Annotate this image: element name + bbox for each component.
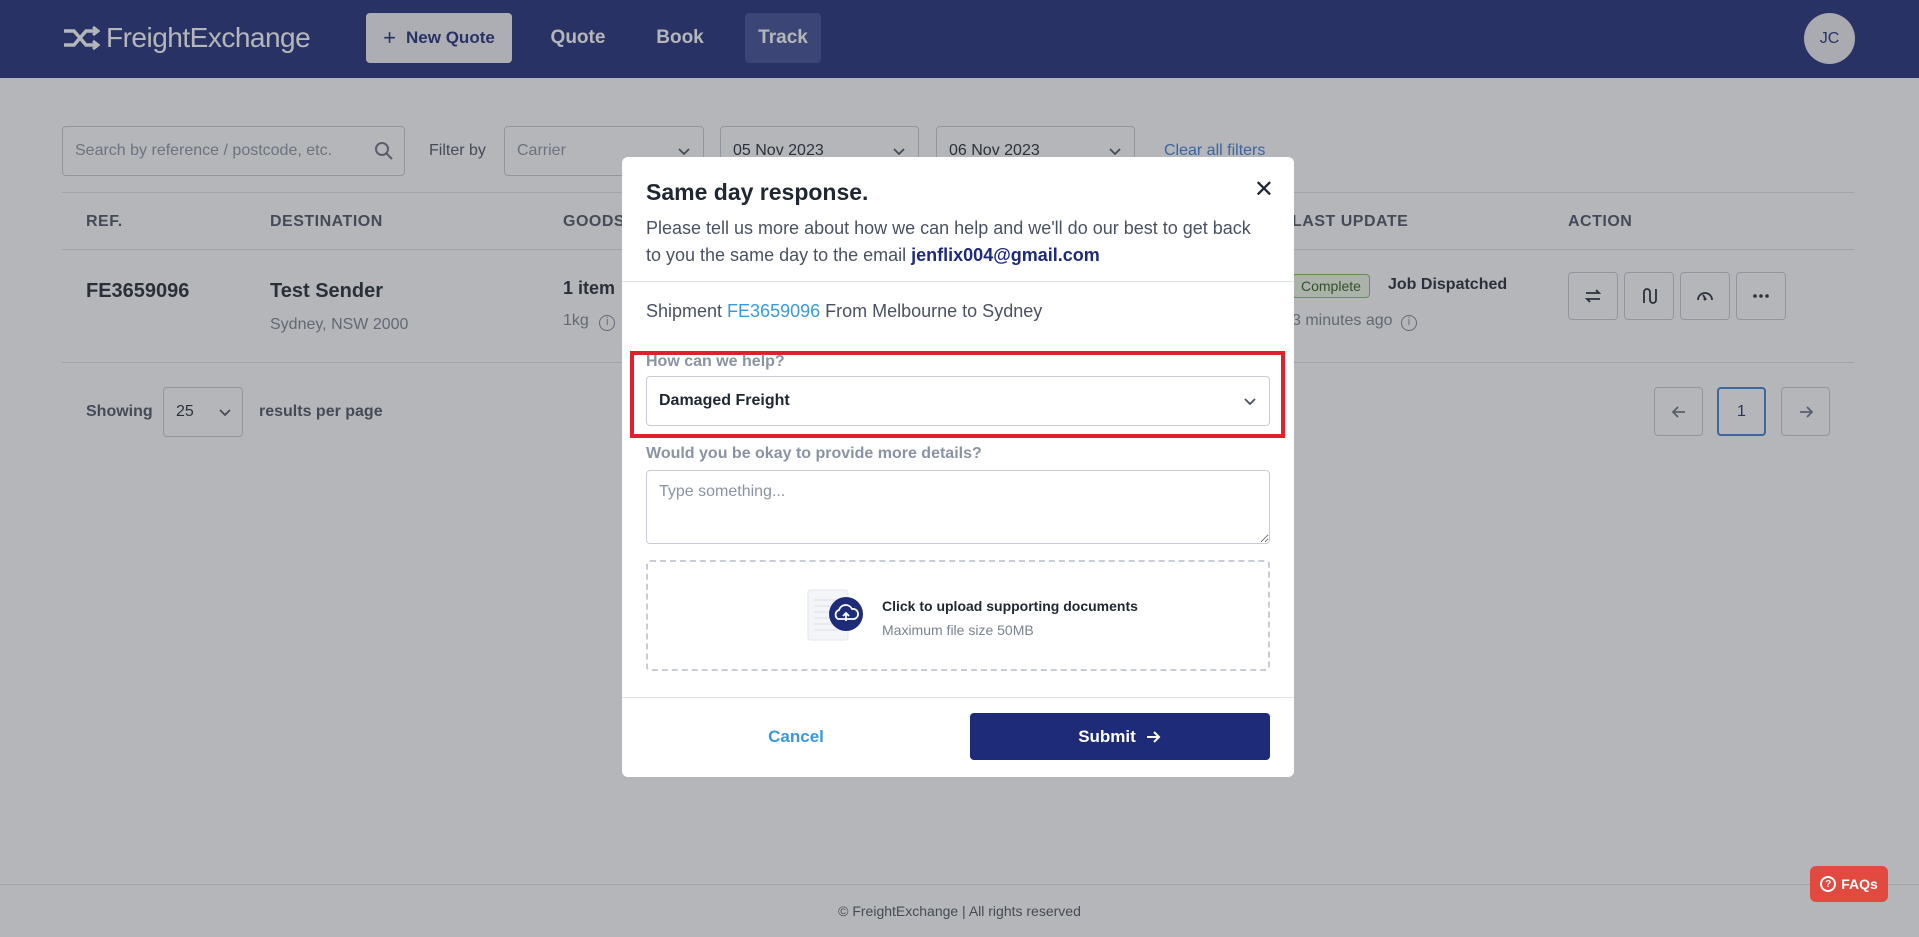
divider xyxy=(622,281,1294,282)
cancel-button[interactable]: Cancel xyxy=(646,713,946,760)
upload-size-hint: Maximum file size 50MB xyxy=(882,622,1034,638)
help-topic-label: How can we help? xyxy=(646,353,785,370)
details-label: Would you be okay to provide more detail… xyxy=(646,445,982,462)
shipment-ref-link[interactable]: FE3659096 xyxy=(727,301,820,321)
shipment-prefix: Shipment xyxy=(646,301,728,321)
divider xyxy=(622,697,1294,698)
shipment-route: From Melbourne to Sydney xyxy=(820,301,1043,321)
support-request-modal: Same day response. ✕ Please tell us more… xyxy=(622,157,1294,777)
upload-dropzone[interactable]: Click to upload supporting documents Max… xyxy=(646,560,1270,671)
faqs-button[interactable]: ? FAQs xyxy=(1810,866,1888,902)
help-topic-select[interactable]: Damaged Freight xyxy=(646,376,1270,426)
modal-description: Please tell us more about how we can hel… xyxy=(646,215,1266,269)
submit-button[interactable]: Submit xyxy=(970,713,1270,760)
arrow-right-icon xyxy=(1146,730,1161,743)
upload-cloud-icon xyxy=(807,589,863,641)
modal-title: Same day response. xyxy=(646,179,869,205)
chevron-down-icon xyxy=(1244,398,1256,406)
upload-title: Click to upload supporting documents xyxy=(882,598,1138,614)
close-icon[interactable]: ✕ xyxy=(1254,175,1274,204)
help-topic-value: Damaged Freight xyxy=(659,392,790,409)
details-textarea[interactable] xyxy=(646,470,1270,544)
question-icon: ? xyxy=(1820,876,1837,892)
submit-label: Submit xyxy=(1078,726,1136,746)
shipment-summary: Shipment FE3659096 From Melbourne to Syd… xyxy=(646,301,1042,322)
contact-email: jenflix004@gmail.com xyxy=(911,245,1100,265)
faqs-label: FAQs xyxy=(1841,876,1878,892)
